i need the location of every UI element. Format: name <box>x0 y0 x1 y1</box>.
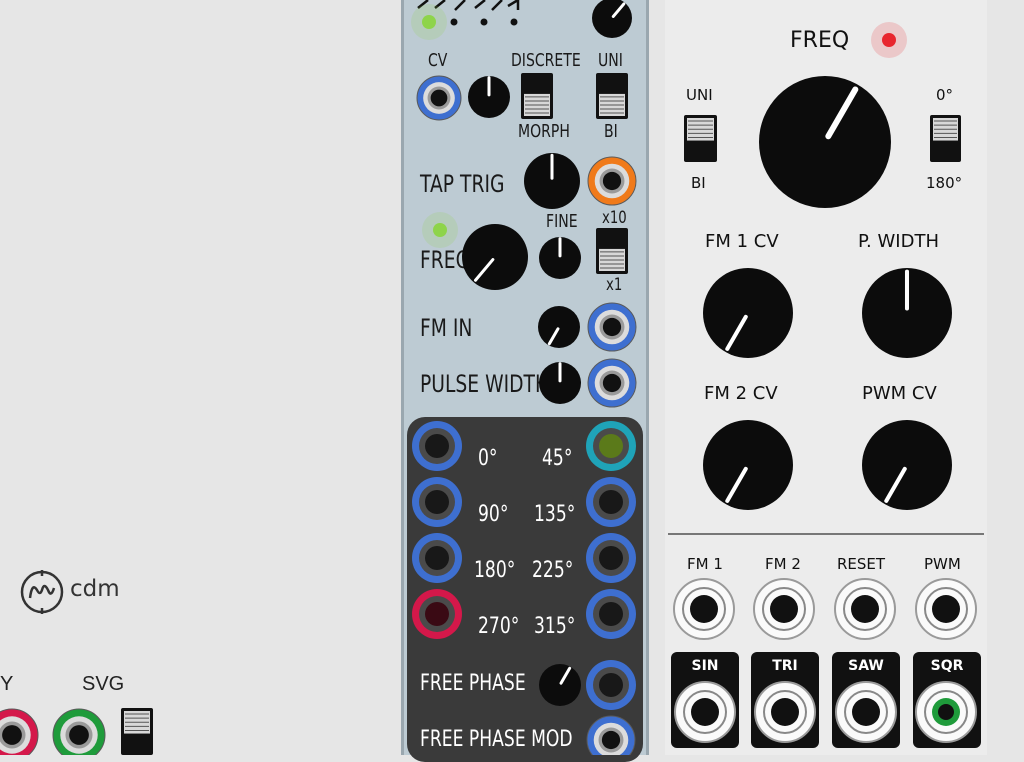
cv-jack[interactable] <box>416 75 462 121</box>
free-phase-jack[interactable] <box>586 660 636 710</box>
cv-attenuator-knob[interactable] <box>468 76 510 118</box>
uni-bi-switch[interactable] <box>596 73 628 119</box>
tap-trig-jack[interactable] <box>587 156 637 206</box>
pulse-width-jack[interactable] <box>587 358 637 408</box>
dot-indicator <box>480 18 488 26</box>
fm2-cv-knob[interactable] <box>703 420 793 510</box>
discrete-morph-switch[interactable] <box>521 73 553 119</box>
output-jack-sqr[interactable] <box>915 681 977 743</box>
uni-bi-toggle[interactable] <box>684 115 717 162</box>
freq-indicator-led <box>871 22 907 58</box>
phase-toggle[interactable] <box>930 115 961 162</box>
output-jack-saw[interactable] <box>835 681 897 743</box>
tap-trig-button[interactable] <box>524 153 580 209</box>
pulse-width-knob-main[interactable] <box>862 268 952 358</box>
left-jack-svg[interactable] <box>52 708 106 755</box>
input-jack-reset[interactable] <box>834 578 896 640</box>
x10-x1-switch[interactable] <box>596 228 628 274</box>
left-jack-y[interactable] <box>0 708 39 755</box>
phase-jack-270[interactable] <box>412 589 462 639</box>
top-knob[interactable] <box>592 0 632 38</box>
fm-in-knob[interactable] <box>538 306 580 348</box>
freq-knob[interactable] <box>462 224 528 290</box>
dot-indicator <box>510 18 518 26</box>
phase-jack-135[interactable] <box>586 477 636 527</box>
output-jack-tri[interactable] <box>754 681 816 743</box>
pwm-cv-knob[interactable] <box>862 420 952 510</box>
left-toggle-switch[interactable] <box>121 708 153 755</box>
fm1-cv-knob[interactable] <box>703 268 793 358</box>
freq-led <box>422 212 458 248</box>
input-jack-fm2[interactable] <box>753 578 815 640</box>
status-led <box>411 4 447 40</box>
phase-jack-45[interactable] <box>586 421 636 471</box>
fine-knob[interactable] <box>539 237 581 279</box>
phase-jack-90[interactable] <box>412 477 462 527</box>
fm-in-jack[interactable] <box>587 302 637 352</box>
input-jack-fm1[interactable] <box>673 578 735 640</box>
input-jack-pwm[interactable] <box>915 578 977 640</box>
dot-indicator <box>450 18 458 26</box>
pulse-width-knob[interactable] <box>539 362 581 404</box>
phase-jack-225[interactable] <box>586 533 636 583</box>
free-phase-knob[interactable] <box>539 664 581 706</box>
free-phase-mod-jack[interactable] <box>586 715 636 755</box>
phase-jack-180[interactable] <box>412 533 462 583</box>
phase-jack-0[interactable] <box>412 421 462 471</box>
controls-layer <box>0 0 977 755</box>
main-freq-knob[interactable] <box>759 76 891 208</box>
output-jack-sin[interactable] <box>674 681 736 743</box>
phase-jack-315[interactable] <box>586 589 636 639</box>
